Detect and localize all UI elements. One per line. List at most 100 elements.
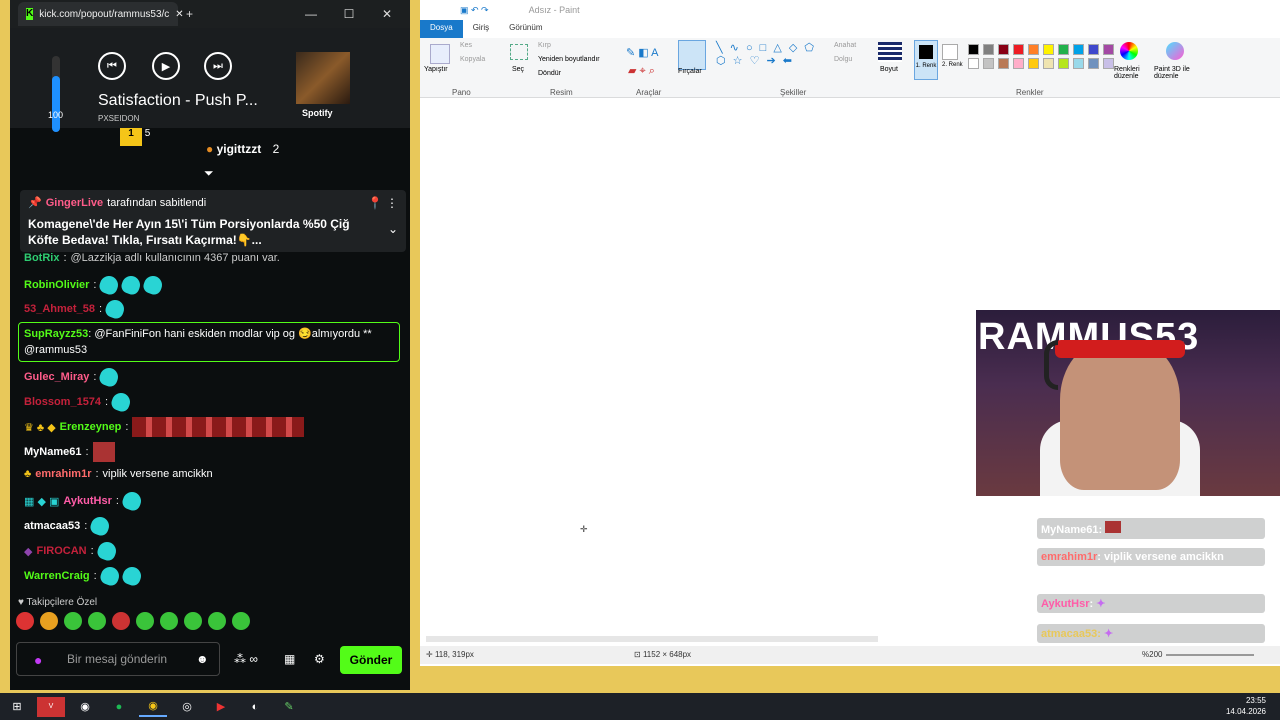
rotate-button[interactable]: Döndür xyxy=(538,70,561,77)
fill-button[interactable]: Dolgu xyxy=(834,56,852,63)
color-swatch[interactable] xyxy=(998,58,1009,69)
new-tab-icon[interactable]: + xyxy=(186,7,193,21)
next-track-icon[interactable]: ⏭ xyxy=(204,52,232,80)
message-input[interactable]: Bir mesaj gönderin xyxy=(16,642,220,676)
size-icon[interactable] xyxy=(878,42,902,62)
expand-icon[interactable]: ⏷ xyxy=(204,166,214,181)
paint3d-icon[interactable] xyxy=(1166,42,1184,60)
chat-user[interactable]: Blossom_1574 xyxy=(24,396,101,408)
color-swatch[interactable] xyxy=(968,44,979,55)
browser-tab[interactable]: K kick.com/popout/rammus53/c ✕ xyxy=(18,2,184,26)
close-window-icon[interactable]: ✕ xyxy=(372,7,402,21)
select-icon[interactable] xyxy=(510,44,528,60)
outline-button[interactable]: Anahat xyxy=(834,42,856,49)
settings-icon[interactable]: ⚙ xyxy=(314,652,325,666)
chat-user[interactable]: atmacaa53 xyxy=(24,520,80,532)
color-swatch[interactable] xyxy=(998,44,1009,55)
edit-colors-button[interactable]: Renkleri düzenle xyxy=(1114,66,1148,80)
windows-start-icon[interactable]: ⊞ xyxy=(3,697,31,717)
color-swatch[interactable] xyxy=(1058,58,1069,69)
microphone-icon[interactable]: ● xyxy=(34,652,42,668)
chat-user[interactable]: RobinOlivier xyxy=(24,279,89,291)
brush-icon[interactable] xyxy=(678,40,706,70)
chat-user[interactable]: FIROCAN xyxy=(36,545,86,557)
menu-home[interactable]: Giriş xyxy=(463,20,499,38)
emote-icon[interactable] xyxy=(112,612,130,630)
paint-icon[interactable]: ✎ xyxy=(275,697,303,717)
emote-icon[interactable] xyxy=(16,612,34,630)
menu-view[interactable]: Görünüm xyxy=(499,20,552,38)
obs-icon[interactable]: ◉ xyxy=(71,697,99,717)
voicemeeter-icon[interactable]: V xyxy=(37,696,65,717)
color-swatch[interactable] xyxy=(1058,44,1069,55)
crop-button[interactable]: Kırp xyxy=(538,42,551,49)
chat-user[interactable]: 53_Ahmet_58 xyxy=(24,303,95,315)
paint3d-button[interactable]: Paint 3D ile düzenle xyxy=(1154,66,1204,80)
brushes-button[interactable]: Fırçalar xyxy=(678,68,702,75)
minimize-icon[interactable]: — xyxy=(296,7,326,21)
chat-user[interactable]: AykutHsr xyxy=(63,495,112,507)
horizontal-scrollbar[interactable] xyxy=(426,636,878,642)
chat-user[interactable]: WarrenCraig xyxy=(24,570,90,582)
chat-user[interactable]: MyName61 xyxy=(24,446,81,458)
menu-file[interactable]: Dosya xyxy=(420,20,463,38)
emoji-icon[interactable]: ☻ xyxy=(196,652,209,666)
color-swatch[interactable] xyxy=(983,44,994,55)
system-clock[interactable]: 23:55 14.04.2026 xyxy=(1226,695,1266,717)
resize-button[interactable]: Yeniden boyutlandır xyxy=(538,56,600,63)
chrome-icon[interactable]: ◉ xyxy=(139,697,167,717)
emote-icon[interactable] xyxy=(88,612,106,630)
chat-user[interactable]: Erenzeynep xyxy=(60,421,122,433)
paste-button[interactable]: Yapıştır xyxy=(424,66,448,73)
previous-track-icon[interactable]: ⏮ xyxy=(98,52,126,80)
color-swatch[interactable] xyxy=(1028,58,1039,69)
emote-icon[interactable] xyxy=(208,612,226,630)
emote-icon[interactable] xyxy=(136,612,154,630)
color1-selector[interactable]: 1. Renk xyxy=(914,40,938,80)
emote-icon[interactable] xyxy=(40,612,58,630)
discord-icon[interactable]: ◎ xyxy=(173,697,201,717)
chevron-down-icon[interactable]: ⌄ xyxy=(388,222,398,236)
emote-icon[interactable] xyxy=(232,612,250,630)
color-swatch[interactable] xyxy=(1028,44,1039,55)
color-swatch[interactable] xyxy=(968,58,979,69)
select-button[interactable]: Seç xyxy=(512,66,524,73)
chat-user[interactable]: BotRix xyxy=(24,252,59,264)
color-swatch[interactable] xyxy=(1043,44,1054,55)
color-swatch[interactable] xyxy=(1103,58,1114,69)
emote-icon[interactable] xyxy=(64,612,82,630)
send-button[interactable]: Gönder xyxy=(340,646,402,674)
color-swatch[interactable] xyxy=(1043,58,1054,69)
paste-icon[interactable] xyxy=(430,44,450,64)
cut-button[interactable]: Kes xyxy=(460,42,472,49)
play-icon[interactable]: ▶ xyxy=(152,52,180,80)
color-swatch[interactable] xyxy=(1088,58,1099,69)
spotify-icon[interactable]: ● xyxy=(105,697,133,717)
emote-icon[interactable] xyxy=(184,612,202,630)
color-swatch[interactable] xyxy=(1088,44,1099,55)
color-swatch[interactable] xyxy=(1103,44,1114,55)
chat-user[interactable]: emrahim1r xyxy=(35,468,91,480)
size-button[interactable]: Boyut xyxy=(880,66,898,73)
store-icon[interactable]: ▦ xyxy=(284,652,295,666)
copy-button[interactable]: Kopyala xyxy=(460,56,485,63)
volume-slider[interactable] xyxy=(52,56,60,132)
drawing-tools-icons[interactable]: ✎ ◧ A xyxy=(626,46,658,59)
color-swatch[interactable] xyxy=(1073,58,1084,69)
close-tab-icon[interactable]: ✕ xyxy=(175,9,183,20)
zoom-slider[interactable] xyxy=(1166,654,1254,656)
color2-selector[interactable] xyxy=(942,44,958,60)
edit-colors-icon[interactable] xyxy=(1120,42,1138,60)
color-swatch[interactable] xyxy=(983,58,994,69)
pin-toggle-icon[interactable]: 📍 ⋮ xyxy=(368,196,398,210)
color-swatch[interactable] xyxy=(1073,44,1084,55)
chat-user[interactable]: SupRayzz53 xyxy=(24,328,88,340)
steam-icon[interactable]: ◐ xyxy=(241,697,269,717)
youtube-icon[interactable]: ▶ xyxy=(207,697,235,717)
paint-quick-access-icons[interactable]: ▣ ↶ ↷ xyxy=(460,5,489,16)
shapes-gallery[interactable]: ╲ ∿ ○ □ △ ◇ ⬠ ⬡ ☆ ♡ ➔ ⬅ xyxy=(716,42,816,68)
maximize-icon[interactable]: ☐ xyxy=(334,7,364,21)
eraser-icons[interactable]: ▰ ⌖ ⌕ xyxy=(628,64,655,78)
chat-user[interactable]: Gulec_Miray xyxy=(24,371,89,383)
color-swatch[interactable] xyxy=(1013,58,1024,69)
